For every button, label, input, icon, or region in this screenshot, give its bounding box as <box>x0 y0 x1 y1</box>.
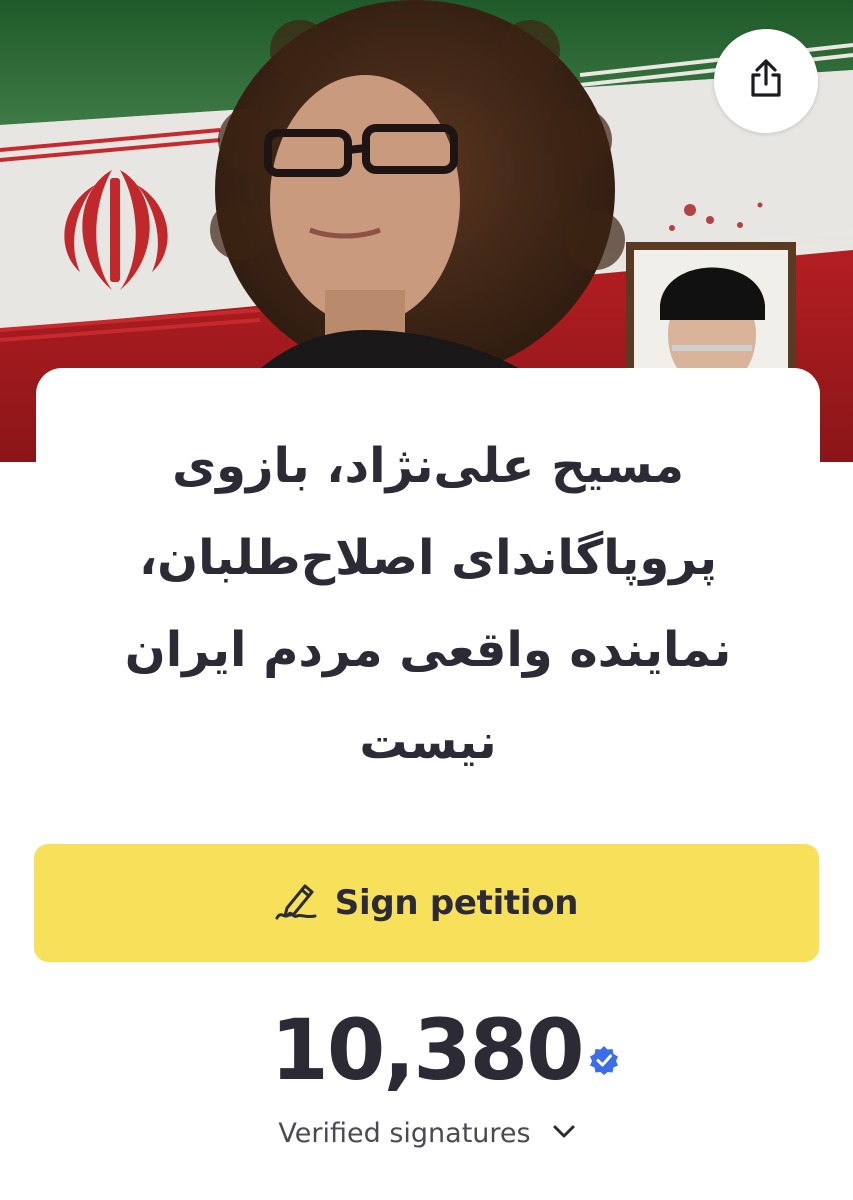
share-button[interactable] <box>714 29 818 133</box>
signature-count-area: 10,380 <box>0 1000 853 1100</box>
petition-title: مسیح علی‌نژاد، بازوی پروپاگاندای اصلاح‌ط… <box>124 438 732 770</box>
verified-badge-icon <box>589 996 619 1075</box>
share-icon <box>748 59 784 103</box>
sign-petition-button[interactable]: Sign petition <box>34 844 819 962</box>
verified-signatures-toggle[interactable]: Verified signatures <box>0 1118 853 1149</box>
pen-signature-icon <box>275 882 319 924</box>
sign-petition-label: Sign petition <box>334 883 579 923</box>
petition-page: مسیح علی‌نژاد، بازوی پروپاگاندای اصلاح‌ط… <box>0 0 853 1200</box>
verified-signatures-label: Verified signatures <box>278 1118 531 1149</box>
chevron-down-icon <box>553 1124 575 1143</box>
signature-count: 10,380 <box>270 1000 618 1100</box>
signature-count-value: 10,380 <box>270 1001 584 1099</box>
